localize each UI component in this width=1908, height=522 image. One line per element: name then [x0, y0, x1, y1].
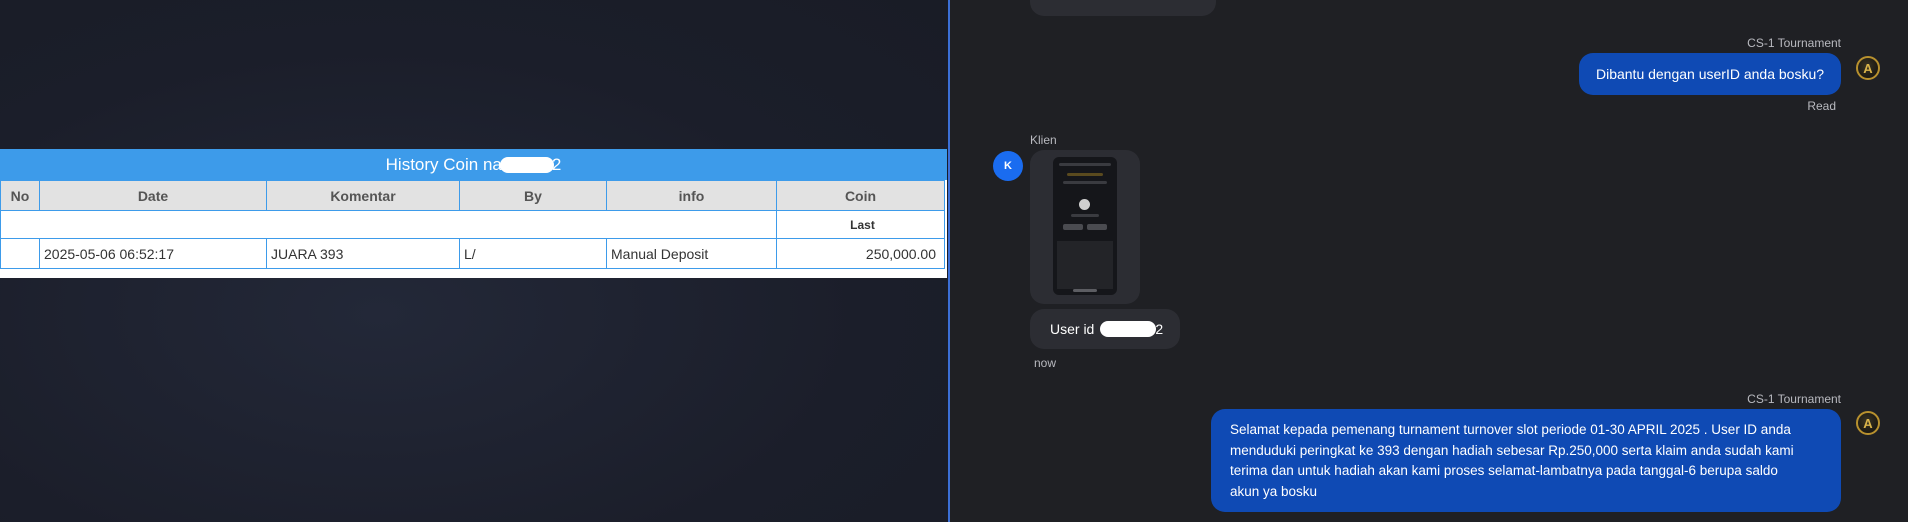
history-table: No Date Komentar By info Coin Last 2025-… [0, 180, 945, 269]
agent-message-2-line: Selamat kepada pemenang turnament turnov… [1230, 422, 1791, 437]
screenshot-thumbnail[interactable] [1053, 157, 1117, 295]
cell-info: Manual Deposit [606, 238, 777, 269]
history-panel: History Coin na 2 No Date Komentar By in… [0, 0, 948, 522]
col-date: Date [39, 180, 267, 211]
col-info: info [606, 180, 777, 211]
history-title-prefix: History Coin na [385, 154, 502, 174]
table-row: 2025-05-06 06:52:17 JUARA 393 L/ Manual … [0, 238, 945, 269]
cell-coin: 250,000.00 [776, 238, 945, 269]
chat-panel: CS-1 Tournament Dibantu dengan userID an… [950, 0, 1908, 522]
agent-message-2: Selamat kepada pemenang turnament turnov… [1211, 409, 1841, 512]
read-status: Read [1807, 99, 1836, 113]
col-coin: Coin [776, 180, 945, 211]
redacted-userid [1100, 321, 1157, 337]
agent-name-1: CS-1 Tournament [1747, 36, 1841, 50]
client-message: User id 2 [1030, 309, 1180, 349]
gold-emblem-icon: A [1856, 56, 1880, 80]
last-row-spacer [0, 210, 777, 239]
client-avatar: K [993, 151, 1023, 181]
previous-message-bubble [1030, 0, 1216, 16]
cell-no [0, 238, 40, 269]
cell-komentar: JUARA 393 [266, 238, 460, 269]
agent-message-2-line: akun ya bosku [1230, 483, 1318, 499]
col-by: By [459, 180, 607, 211]
client-message-suffix: 2 [1155, 321, 1164, 337]
col-no: No [0, 180, 40, 211]
agent-message-2-line: terima dan untuk hadiah akan kami proses… [1230, 463, 1778, 478]
agent-name-2: CS-1 Tournament [1747, 392, 1841, 406]
client-message-prefix: User id [1050, 321, 1095, 337]
agent-message-2-line: menduduki peringkat ke 393 dengan hadiah… [1230, 442, 1794, 458]
cell-date: 2025-05-06 06:52:17 [39, 238, 267, 269]
agent-message-1: Dibantu dengan userID anda bosku? [1579, 53, 1841, 95]
last-label: Last [776, 210, 945, 239]
redacted-username [499, 156, 554, 173]
client-message-time: now [1034, 356, 1057, 370]
gold-emblem-icon: A [1856, 411, 1880, 435]
table-header-row: No Date Komentar By info Coin [0, 180, 945, 211]
history-coin-table-card: History Coin na 2 No Date Komentar By in… [0, 149, 947, 278]
history-title: History Coin na 2 [0, 149, 947, 180]
history-title-suffix: 2 [551, 154, 562, 174]
cell-by: L/ [459, 238, 607, 269]
last-row: Last [0, 210, 945, 239]
client-name: Klien [1030, 133, 1057, 147]
col-komentar: Komentar [266, 180, 460, 211]
